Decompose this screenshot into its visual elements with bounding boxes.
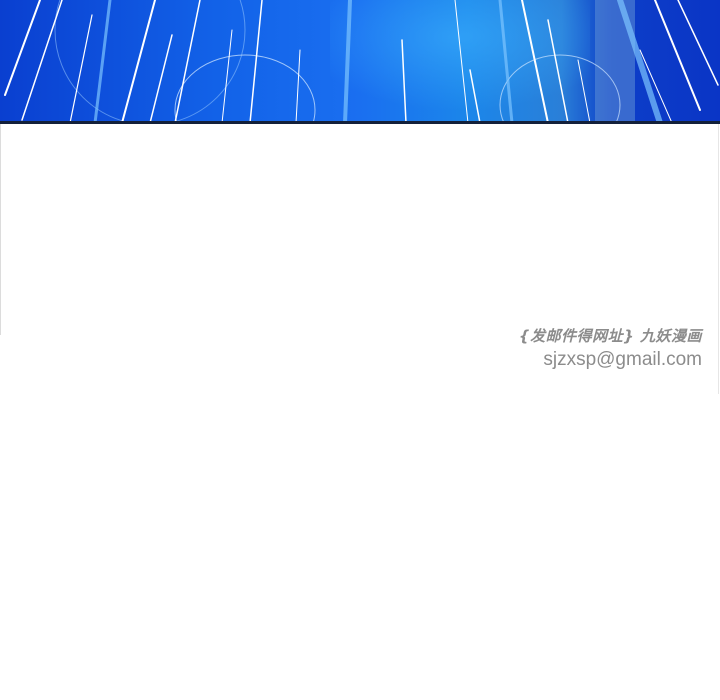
watermark-site-text: {发邮件得网址} 九妖漫画 (518, 327, 702, 345)
panel-border (0, 121, 720, 124)
page-edge-right (718, 124, 719, 394)
light-glow (330, 0, 590, 123)
comic-page: {发邮件得网址} 九妖漫画 sjzxsp@gmail.com (0, 0, 720, 700)
page-edge-left (0, 124, 1, 335)
watermark: {发邮件得网址} 九妖漫画 sjzxsp@gmail.com (519, 326, 702, 372)
speedlines-art (4, 0, 719, 123)
comic-panel-blue-speedlines (0, 0, 720, 123)
watermark-email: sjzxsp@gmail.com (543, 349, 702, 370)
